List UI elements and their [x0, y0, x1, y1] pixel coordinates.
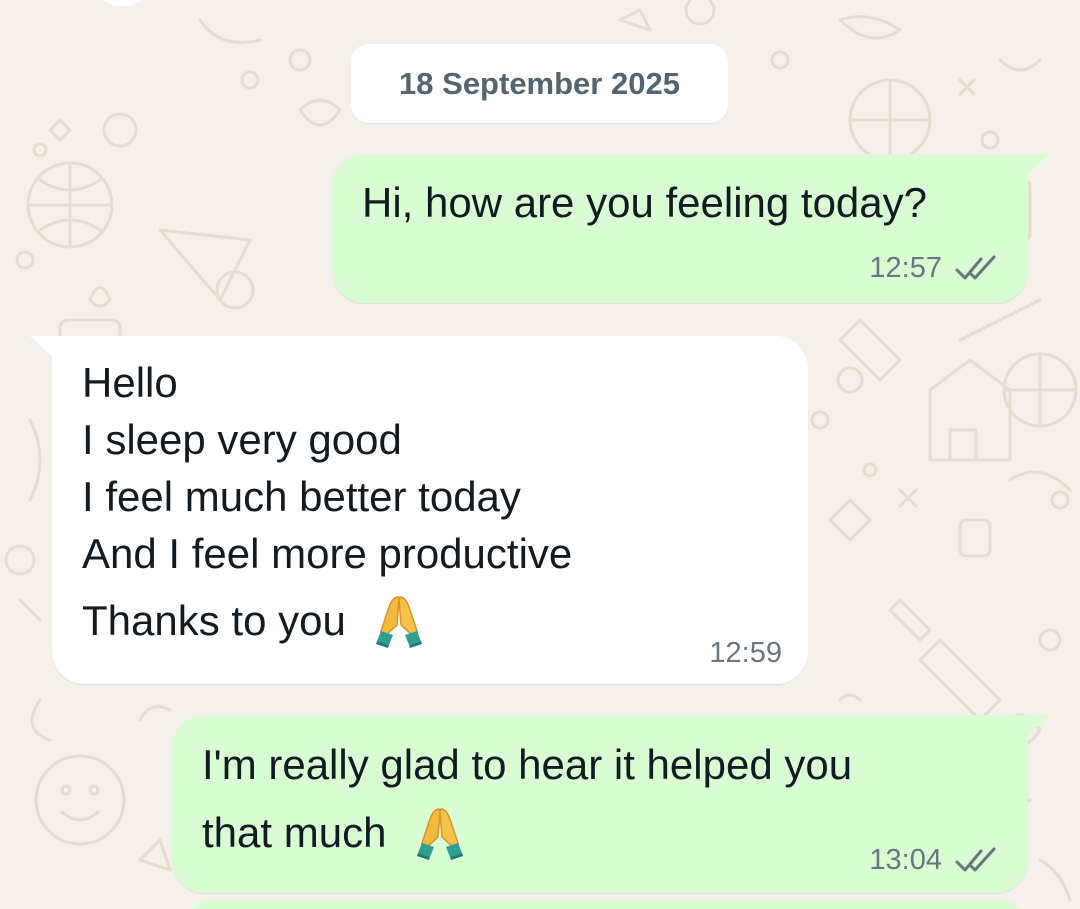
previous-message-bubble-edge	[92, 0, 152, 6]
message-line: Hi, how are you feeling today?	[362, 179, 928, 226]
message-time: 12:59	[709, 637, 782, 669]
outgoing-bubble-tail	[1026, 154, 1050, 176]
next-message-bubble-edge	[184, 900, 1028, 909]
message-time: 13:04	[869, 844, 942, 876]
message-line: Hello	[82, 359, 178, 406]
chat-conversation: 18 September 2025 Hi, how are you feelin…	[0, 0, 1080, 909]
date-separator-label: 18 September 2025	[399, 65, 680, 101]
message-meta: 13:04	[869, 844, 1000, 877]
message-line-with-emoji: that much	[202, 799, 852, 867]
read-double-check-icon	[955, 847, 996, 871]
message-text: Hi, how are you feeling today?	[362, 174, 927, 231]
folded-hands-emoji-icon	[417, 808, 464, 860]
outgoing-bubble-tail	[1026, 715, 1050, 737]
message-line: I sleep very good	[82, 416, 402, 463]
outgoing-message-bubble[interactable]: Hi, how are you feeling today? 12:57	[332, 154, 1050, 303]
message-line: Thanks to you	[82, 597, 346, 644]
read-double-check-icon	[955, 255, 996, 279]
incoming-bubble-tail	[30, 336, 54, 358]
message-text: I'm really glad to hear it helped you th…	[202, 731, 852, 867]
message-line: that much	[202, 809, 387, 856]
message-meta: 12:59	[709, 637, 782, 670]
message-time: 12:57	[869, 252, 942, 284]
message-text: Hello I sleep very good I feel much bett…	[82, 354, 572, 653]
message-line: I'm really glad to hear it helped you	[202, 741, 853, 788]
message-meta: 12:57	[869, 252, 1000, 285]
message-line: I feel much better today	[82, 473, 521, 520]
message-line-with-emoji: Thanks to you	[82, 592, 572, 653]
outgoing-message-bubble[interactable]: I'm really glad to hear it helped you th…	[172, 715, 1050, 893]
incoming-message-bubble[interactable]: Hello I sleep very good I feel much bett…	[30, 336, 808, 684]
folded-hands-emoji-icon	[376, 596, 423, 648]
message-line: And I feel more productive	[82, 530, 573, 577]
date-separator-chip: 18 September 2025	[351, 44, 728, 123]
